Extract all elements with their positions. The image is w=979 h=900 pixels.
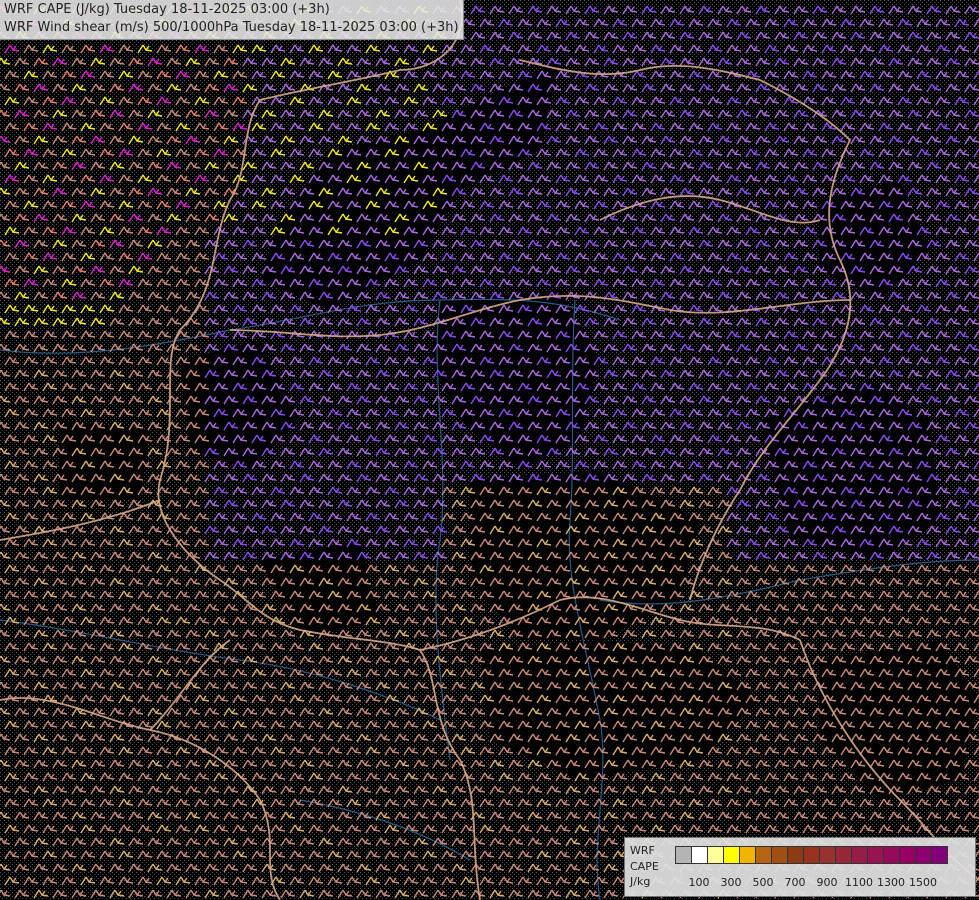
legend-swatch (739, 846, 756, 864)
title-cape: WRF CAPE (J/kg) Tuesday 18-11-2025 03:00… (4, 2, 330, 17)
title-wind-shear: WRF Wind shear (m/s) 500/1000hPa Tuesday… (4, 20, 459, 35)
legend-swatch (883, 846, 900, 864)
legend-swatch (691, 846, 708, 864)
legend-color-scale (675, 846, 948, 864)
legend-tick-label: 100 (688, 876, 710, 889)
legend-swatch (851, 846, 868, 864)
legend-swatch (803, 846, 820, 864)
legend-swatch (675, 846, 692, 864)
map-canvas (0, 0, 979, 900)
map-title-box: WRF CAPE (J/kg) Tuesday 18-11-2025 03:00… (0, 0, 464, 40)
legend-swatch (707, 846, 724, 864)
legend-swatch (723, 846, 740, 864)
legend-swatch (787, 846, 804, 864)
legend-swatch (931, 846, 948, 864)
legend-tick-label: 700 (784, 876, 806, 889)
legend-swatch (867, 846, 884, 864)
legend-tick-label: 500 (752, 876, 774, 889)
legend-tick-label: 300 (720, 876, 742, 889)
legend-swatch (835, 846, 852, 864)
legend-tick-label: 900 (816, 876, 838, 889)
legend-swatch (771, 846, 788, 864)
legend-swatch (899, 846, 916, 864)
legend-tick-label: 1500 (909, 876, 937, 889)
legend-swatch (755, 846, 772, 864)
legend-tick-label: 1300 (877, 876, 905, 889)
weather-map: WRF CAPE (J/kg) Tuesday 18-11-2025 03:00… (0, 0, 979, 900)
legend-tick-label: 1100 (845, 876, 873, 889)
legend-swatch (915, 846, 932, 864)
legend-swatch (819, 846, 836, 864)
legend-labels: WRF CAPE J/kg (630, 843, 659, 890)
legend-model-label: WRF (630, 844, 655, 857)
cape-legend: WRF CAPE J/kg 100 300 500 700 900 1100 1300 150… (624, 837, 976, 897)
terrain-stipple (0, 0, 979, 900)
legend-tick-labels: 100 300 500 700 900 1100 1300 1500 (675, 876, 975, 890)
legend-field-label: CAPE (630, 859, 659, 873)
legend-unit-label: J/kg (630, 875, 651, 888)
